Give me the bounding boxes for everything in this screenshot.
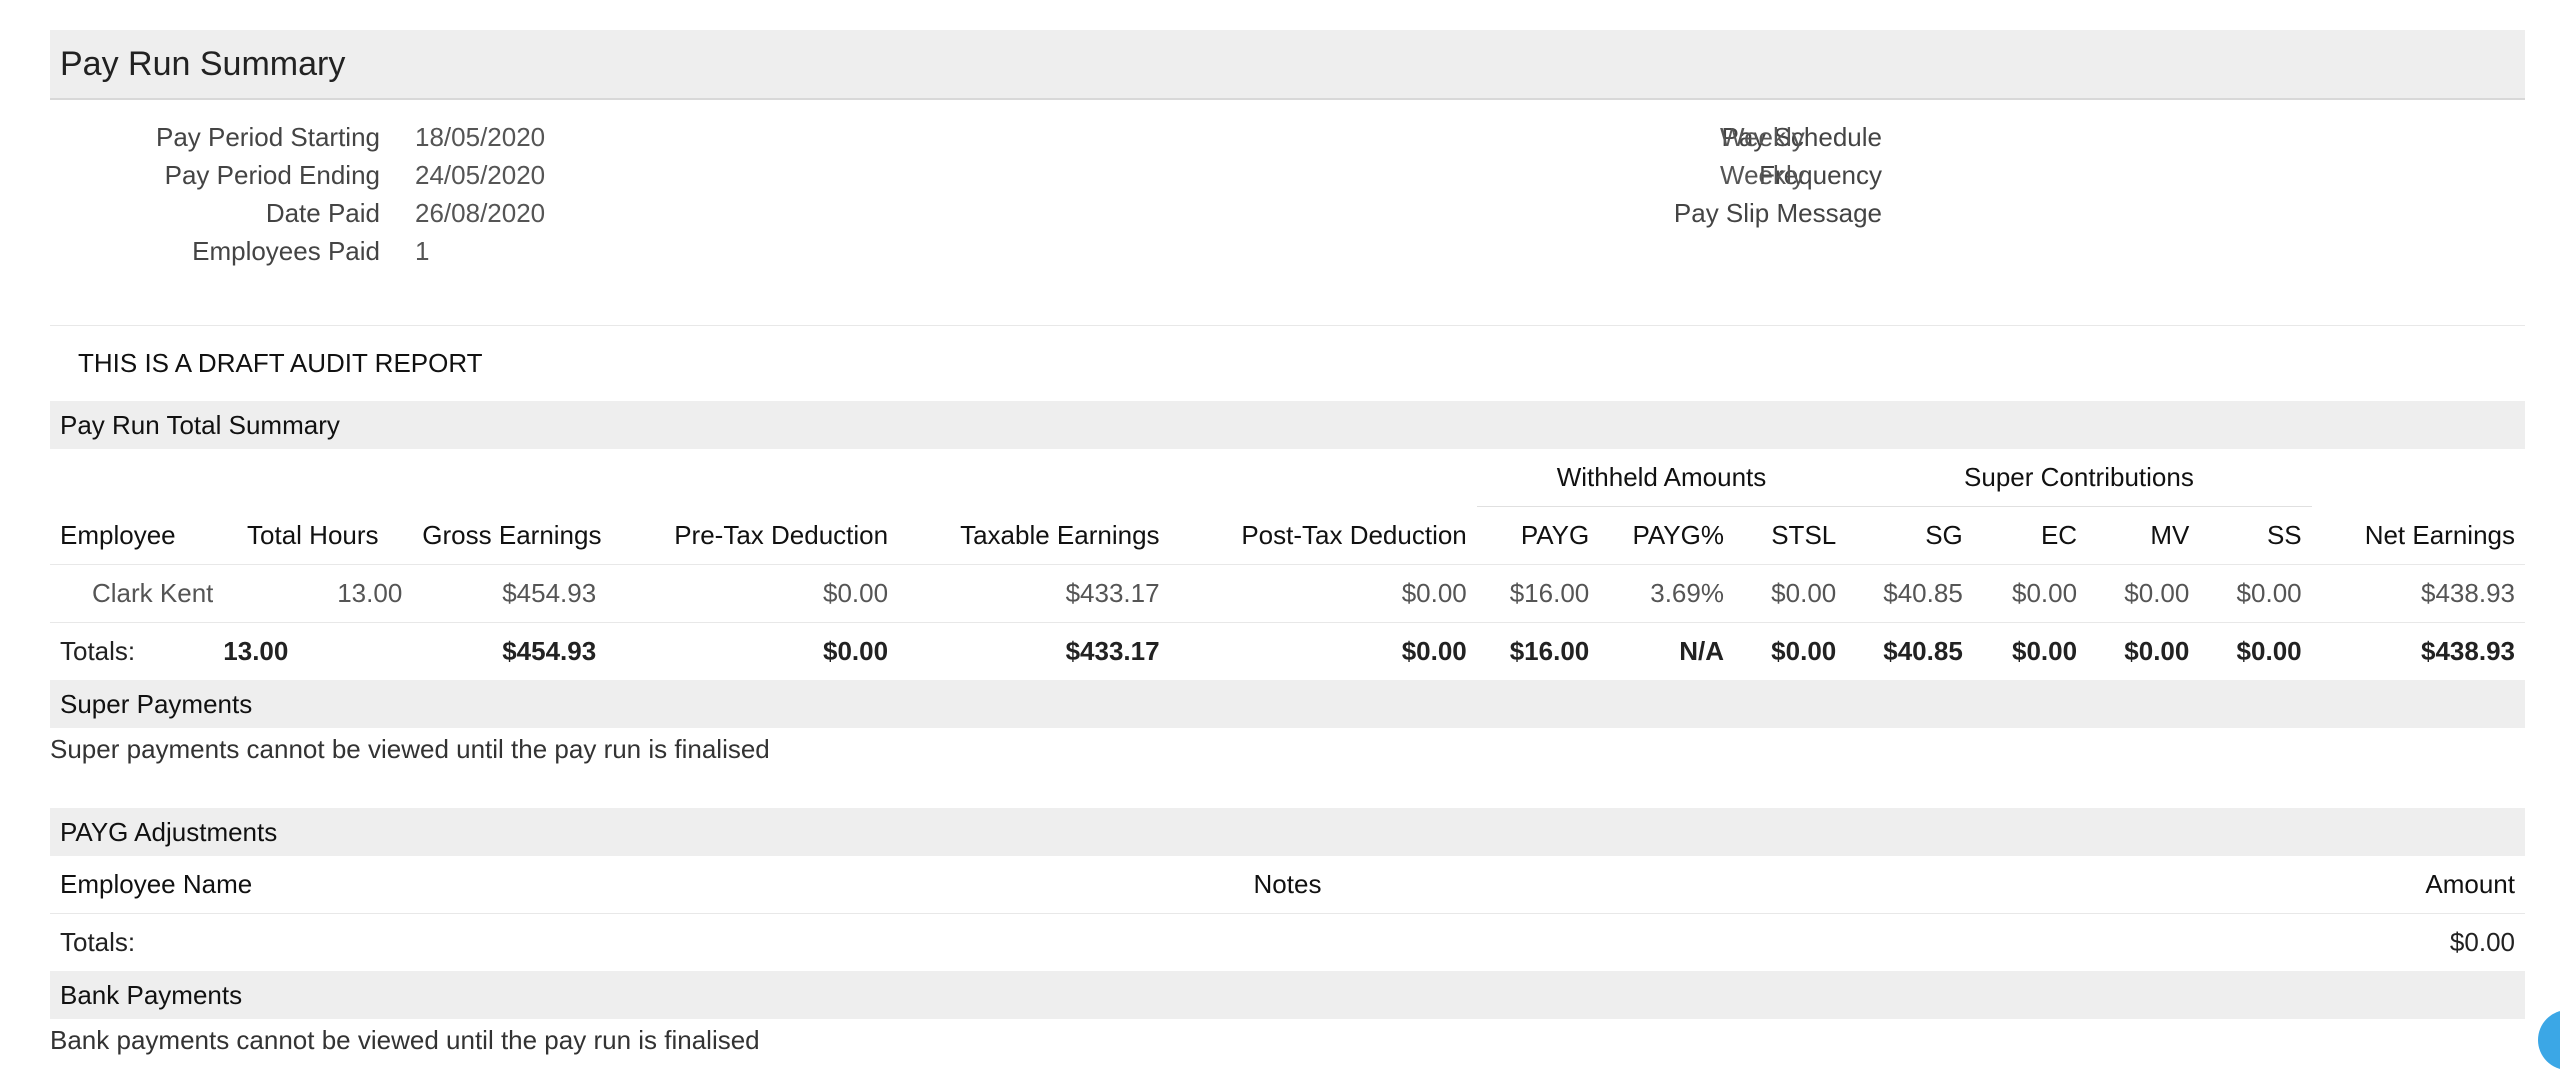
col-header-payg-percent: PAYG% [1599, 506, 1734, 565]
col-header-gross-earnings: Gross Earnings [412, 506, 607, 565]
total-hours: 13.00 [223, 636, 289, 666]
col-header-post-tax-deduction: Post-Tax Deduction [1169, 506, 1477, 565]
cell-payg: $16.00 [1476, 564, 1600, 623]
detail-value: Weekly [1720, 122, 1805, 152]
total-ss: $0.00 [2236, 636, 2302, 666]
cell-employee[interactable]: Clark Kent [50, 564, 214, 623]
section-title-pay-run-total-summary: Pay Run Total Summary [50, 401, 2525, 449]
total-sg: $40.85 [1883, 636, 1963, 666]
detail-label: Pay Slip Message [1673, 198, 1882, 228]
detail-value: 24/05/2020 [415, 160, 546, 190]
cell-mv: $0.00 [2087, 564, 2200, 623]
col-header-ss: SS [2199, 506, 2312, 565]
cell-total-hours: 13.00 [213, 564, 413, 623]
detail-label: Date Paid [265, 198, 380, 228]
col-header-payg: PAYG [1476, 506, 1600, 565]
page-header: Pay Run Summary [50, 30, 2525, 100]
column-group-row: Withheld Amounts Super Contributions [50, 449, 2525, 507]
cell-ec: $0.00 [1972, 564, 2088, 623]
col-header-notes: Notes [1253, 869, 1322, 899]
col-header-total-hours: Total Hours [213, 506, 413, 565]
totals-row: Totals: 13.00 $454.93 $0.00 $433.17 $0.0… [50, 623, 2525, 681]
col-header-sg: SG [1846, 506, 1973, 565]
payg-adjustments-totals-row: Totals: $0.00 [50, 914, 2525, 971]
col-header-net-earnings: Net Earnings [2311, 506, 2525, 565]
total-mv: $0.00 [2124, 636, 2190, 666]
bank-payments-message: Bank payments cannot be viewed until the… [50, 1025, 760, 1055]
withheld-amounts-group-header: Withheld Amounts [1476, 449, 1847, 507]
col-header-ec: EC [1972, 506, 2088, 565]
cell-payg-percent: 3.69% [1599, 564, 1734, 623]
detail-value: Weekly [1720, 160, 1805, 190]
total-stsl: $0.00 [1771, 636, 1837, 666]
cell-post-tax-deduction: $0.00 [1169, 564, 1477, 623]
payg-adjustments-header-row: Employee Name Notes Amount [50, 856, 2525, 914]
cell-pre-tax-deduction: $0.00 [606, 564, 899, 623]
total-pre-tax-deduction: $0.00 [823, 636, 889, 666]
total-ec: $0.00 [2012, 636, 2078, 666]
detail-value: 18/05/2020 [415, 122, 546, 152]
total-amount: $0.00 [2449, 927, 2515, 957]
section-title-payg-adjustments: PAYG Adjustments [50, 808, 2525, 856]
page-title: Pay Run Summary [60, 44, 346, 83]
total-post-tax-deduction: $0.00 [1401, 636, 1467, 666]
table-row: Clark Kent 13.00 $454.93 $0.00 $433.17 $… [50, 564, 2525, 623]
total-gross-earnings: $454.93 [502, 636, 597, 666]
chat-launcher-icon[interactable] [2538, 1010, 2560, 1070]
cell-taxable-earnings: $433.17 [898, 564, 1170, 623]
cell-sg: $40.85 [1846, 564, 1973, 623]
section-title-super-payments: Super Payments [50, 680, 2525, 728]
section-title-bank-payments: Bank Payments [50, 971, 2525, 1019]
totals-label: Totals: [60, 636, 136, 666]
detail-label: Employees Paid [192, 236, 380, 266]
col-header-pre-tax-deduction: Pre-Tax Deduction [606, 506, 899, 565]
cell-ss: $0.00 [2199, 564, 2312, 623]
column-header-row: Employee Total Hours Gross Earnings Pre-… [50, 506, 2525, 565]
col-header-employee: Employee [50, 506, 214, 565]
pay-run-summary-page: Pay Run Summary Pay Period Starting 18/0… [50, 30, 2525, 1061]
detail-label: Pay Period Ending [164, 160, 380, 190]
col-header-amount: Amount [2425, 869, 2515, 899]
cell-gross-earnings: $454.93 [412, 564, 607, 623]
pay-run-details: Pay Period Starting 18/05/2020 Pay Perio… [50, 100, 2525, 326]
col-header-taxable-earnings: Taxable Earnings [898, 506, 1170, 565]
detail-value: 1 [415, 236, 430, 266]
total-payg-percent: N/A [1679, 636, 1724, 666]
super-contributions-group-header: Super Contributions [1846, 449, 2312, 507]
total-payg: $16.00 [1509, 636, 1590, 666]
cell-stsl: $0.00 [1733, 564, 1847, 623]
detail-value: 26/08/2020 [415, 198, 546, 228]
pay-run-total-summary-table: Withheld Amounts Super Contributions Emp… [50, 449, 2525, 680]
cell-net-earnings: $438.93 [2311, 564, 2525, 623]
totals-label: Totals: [60, 927, 136, 957]
super-payments-message: Super payments cannot be viewed until th… [50, 734, 770, 764]
draft-notice: THIS IS A DRAFT AUDIT REPORT [78, 348, 483, 378]
total-taxable-earnings: $433.17 [1065, 636, 1160, 666]
detail-label: Pay Period Starting [155, 122, 380, 152]
col-header-mv: MV [2087, 506, 2200, 565]
col-header-stsl: STSL [1733, 506, 1847, 565]
total-net-earnings: $438.93 [2421, 636, 2515, 666]
